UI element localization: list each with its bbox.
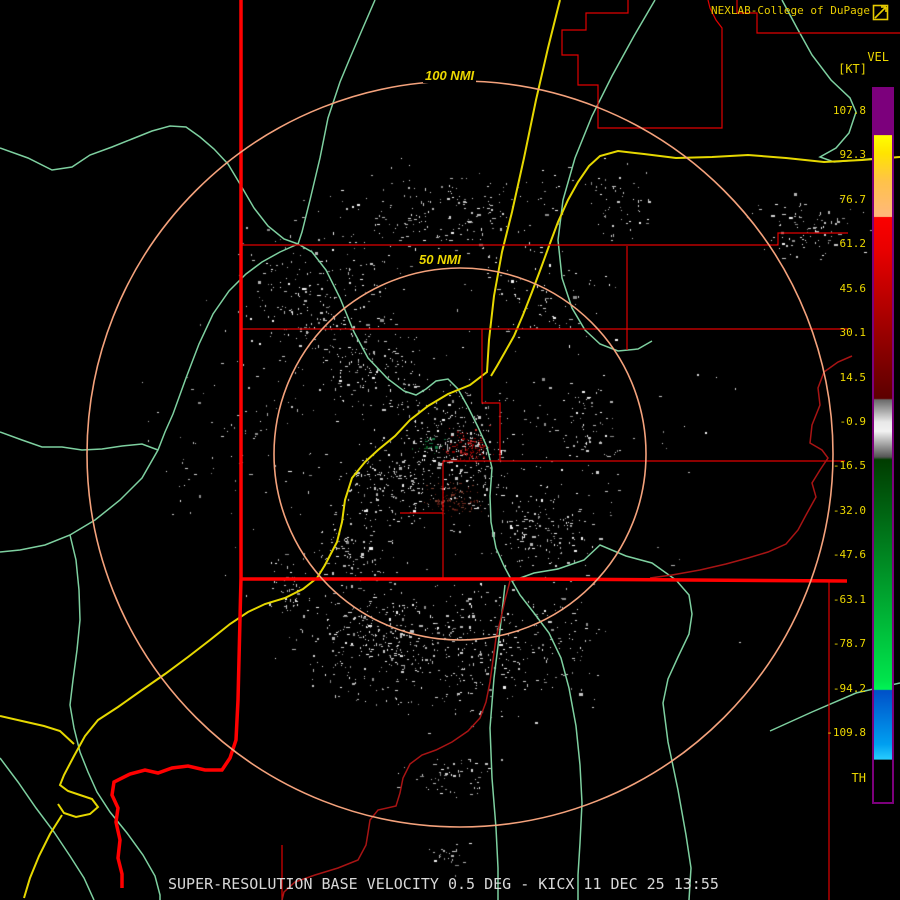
range-ring-50nmi: [273, 267, 647, 641]
velocity-colorbar: [872, 87, 894, 804]
radar-display: NEXLAB-College of DuPage VEL [KT] 107.8 9…: [0, 0, 900, 900]
colorbar-tick: 14.5: [839, 370, 867, 384]
colorbar-tick: -0.9: [839, 415, 867, 428]
nexlab-flag-icon: [872, 4, 889, 21]
colorbar-tick: -78.7: [832, 637, 866, 651]
colorbar-tick: -63.1: [832, 592, 866, 606]
county-lines: [241, 0, 900, 900]
colorbar-tick: -16.5: [832, 459, 866, 473]
range-ring-100nmi-label: 100 NMI: [423, 68, 477, 83]
map-overlay: [0, 0, 900, 900]
range-ring-100nmi: [86, 80, 834, 828]
state-lines: [110, 0, 848, 888]
colorbar-units-label: [KT]: [838, 62, 867, 76]
boundary-river-lines: [281, 355, 853, 900]
page-title: NEXLAB-College of DuPage: [711, 4, 870, 17]
colorbar-tick: 107.8: [832, 104, 866, 117]
colorbar-tick: -109.8: [826, 726, 866, 740]
colorbar-tick: 76.7: [839, 192, 867, 206]
colorbar-tick: 61.2: [839, 237, 867, 251]
range-rings: [86, 80, 834, 828]
colorbar-tick: -47.6: [832, 548, 866, 562]
highway-lines: [0, 0, 900, 899]
colorbar-tick: 45.6: [839, 281, 867, 295]
colorbar-field-label: VEL: [867, 50, 889, 64]
colorbar-tick: -32.0: [832, 503, 866, 517]
colorbar-tick: 92.3: [839, 148, 867, 162]
colorbar-tick: 30.1: [839, 326, 867, 340]
river-lines: [0, 0, 900, 900]
colorbar-tick: -94.2: [832, 681, 866, 695]
colorbar-threshold-label: TH: [851, 771, 866, 785]
product-description: SUPER-RESOLUTION BASE VELOCITY 0.5 DEG -…: [168, 875, 719, 893]
range-ring-50nmi-label: 50 NMI: [417, 252, 463, 267]
